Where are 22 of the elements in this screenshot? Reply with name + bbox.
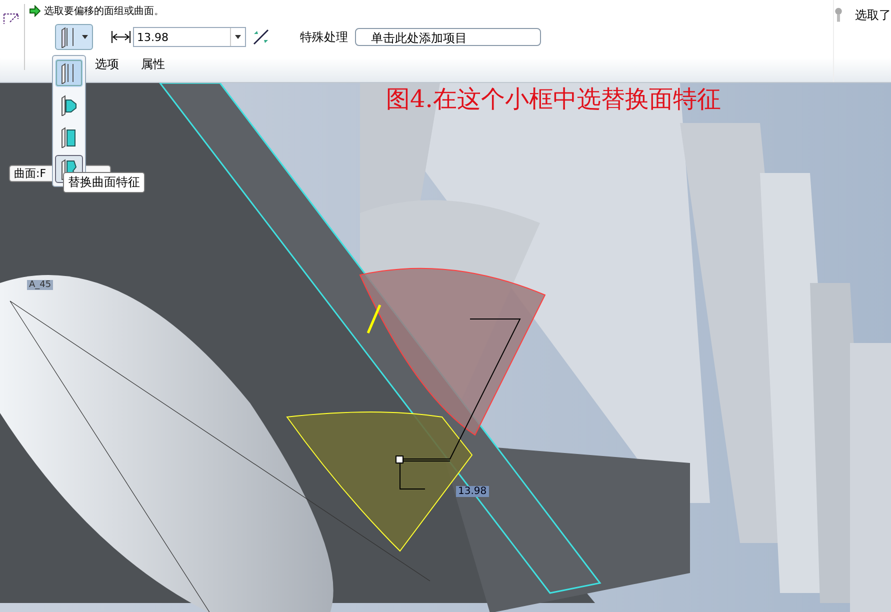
caret-icon <box>234 34 242 40</box>
offset-type-icon <box>60 94 78 116</box>
distance-icon <box>111 29 131 45</box>
offset-type-dropdown[interactable] <box>55 24 93 50</box>
prompt-message: 选取要偏移的面组或曲面。 <box>44 4 164 18</box>
special-handling-label: 特殊处理 <box>300 28 348 46</box>
angle-label: A_45 <box>27 280 54 290</box>
flip-direction-icon[interactable] <box>252 28 270 46</box>
distance-field[interactable]: 13.98 <box>133 27 246 47</box>
dashboard-tab[interactable]: 属性 <box>141 56 165 72</box>
annotation-caption: 图4.在这个小框中选替换面特征 <box>386 84 721 115</box>
dimension-label[interactable]: 13.98 <box>456 486 489 497</box>
drag-handle[interactable] <box>396 456 404 464</box>
dashboard-tab[interactable]: 选项 <box>95 56 119 72</box>
selection-status: 选取了 <box>855 7 891 24</box>
caret-icon <box>81 34 89 40</box>
selected-surface-patch[interactable] <box>360 268 546 436</box>
add-item-button[interactable]: 单击此处添加项目 <box>355 28 541 46</box>
offset-type-icon <box>60 126 78 148</box>
menu-tooltip: 替换曲面特征 <box>63 172 145 193</box>
offset-type-option[interactable] <box>55 59 83 87</box>
arrow-icon <box>29 5 41 17</box>
